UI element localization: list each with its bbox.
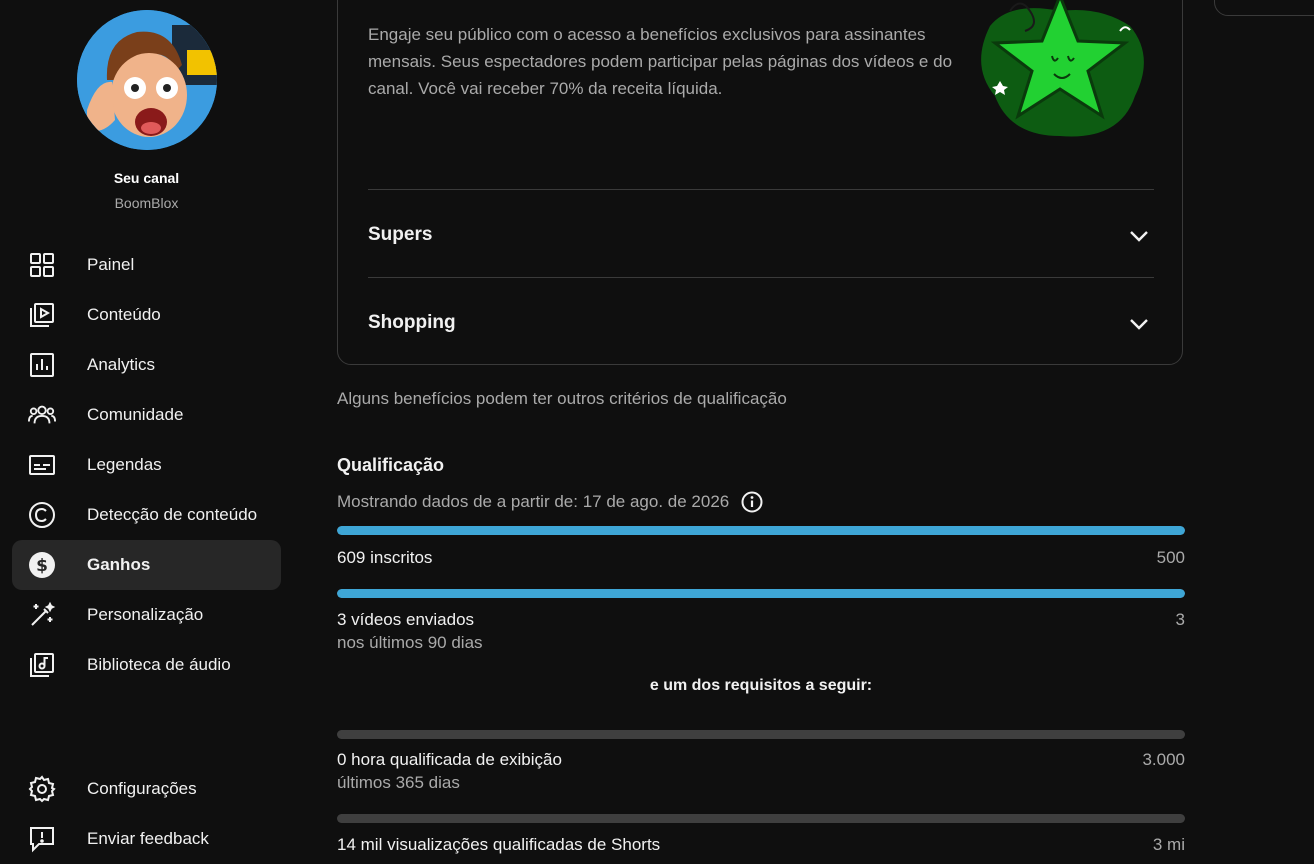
community-icon: [28, 403, 56, 427]
channel-title: Seu canal: [113, 170, 180, 186]
supers-label: Supers: [368, 224, 433, 245]
sidebar-item-label: Legendas: [87, 455, 162, 474]
subscribers-progress-bar: [337, 526, 1185, 535]
audio-library-icon: [28, 653, 56, 677]
videos-sub: nos últimos 90 dias: [337, 633, 483, 652]
sidebar-item-ganhos[interactable]: $ Ganhos: [12, 540, 281, 590]
shopping-label: Shopping: [368, 312, 456, 333]
sidebar-item-label: Biblioteca de áudio: [87, 655, 231, 674]
qualification-date-text: Mostrando dados de a partir de: 17 de ag…: [337, 492, 730, 511]
sidebar-item-feedback[interactable]: Enviar feedback: [12, 814, 281, 864]
watch-hours-label: 0 hora qualificada de exibição: [337, 750, 562, 769]
shorts-views-target: 3 mi: [1152, 835, 1185, 854]
watch-hours-sub: últimos 365 dias: [337, 773, 460, 792]
sidebar-item-label: Personalização: [87, 605, 204, 624]
sidebar-item-label: Configurações: [87, 779, 197, 798]
settings-icon: [28, 775, 56, 803]
sidebar-bottom-nav: Configurações Enviar feedback: [12, 764, 281, 864]
sidebar-item-conteudo[interactable]: Conteúdo: [12, 290, 281, 340]
sidebar-item-label: Ganhos: [87, 555, 151, 574]
analytics-icon: [28, 353, 56, 377]
sidebar-item-configuracoes[interactable]: Configurações: [12, 764, 281, 814]
dashboard-icon: [28, 253, 56, 277]
sidebar-item-label: Painel: [87, 255, 135, 274]
chevron-down-icon[interactable]: [1128, 225, 1150, 247]
progress-fill: [337, 526, 1185, 535]
sidebar-item-deteccao[interactable]: Detecção de conteúdo: [12, 490, 281, 540]
divider: [368, 277, 1154, 278]
progress-fill: [337, 589, 1185, 598]
subscribers-target: 500: [1156, 548, 1185, 567]
eligibility-note: Alguns benefícios podem ter outros crité…: [337, 389, 787, 408]
qualification-title: Qualificação: [337, 455, 445, 475]
supers-expander[interactable]: Supers: [368, 191, 1154, 279]
sidebar-item-personalizacao[interactable]: Personalização: [12, 590, 281, 640]
shopping-expander[interactable]: Shopping: [368, 279, 1154, 367]
shorts-views-label: 14 mil visualizações qualificadas de Sho…: [337, 835, 661, 854]
sidebar-item-label: Comunidade: [87, 405, 184, 424]
videos-target: 3: [1175, 610, 1185, 629]
memberships-description: Engaje seu público com o acesso a benefí…: [368, 25, 953, 98]
feedback-icon: [28, 827, 56, 853]
star-illustration: [970, 0, 1150, 146]
sidebar-item-legendas[interactable]: Legendas: [12, 440, 281, 490]
subscribers-label: 609 inscritos: [337, 548, 433, 567]
requirements-separator: e um dos requisitos a seguir:: [649, 677, 873, 694]
divider: [368, 189, 1154, 190]
sidebar-item-comunidade[interactable]: Comunidade: [12, 390, 281, 440]
shorts-views-progress-bar: [337, 814, 1185, 823]
copyright-icon: [28, 502, 56, 528]
earn-icon: $: [28, 552, 56, 578]
channel-name: BoomBlox: [114, 195, 179, 211]
sidebar-item-label: Analytics: [87, 355, 156, 374]
chevron-down-icon[interactable]: [1128, 313, 1150, 335]
qualification-subtitle: Mostrando dados de a partir de: 17 de ag…: [337, 491, 763, 513]
info-icon[interactable]: [741, 491, 763, 513]
customization-icon: [28, 601, 56, 627]
watch-hours-progress-bar: [337, 730, 1185, 739]
svg-text:$: $: [36, 556, 48, 576]
content-icon: [28, 303, 56, 327]
side-panel-card: [1214, 0, 1314, 16]
videos-label: 3 vídeos enviados: [337, 610, 475, 629]
sidebar-nav: Painel Conteúdo Analytics Comunidade Leg…: [12, 240, 281, 690]
subtitles-icon: [28, 453, 56, 477]
watch-hours-target: 3.000: [1142, 750, 1185, 769]
sidebar-item-label: Detecção de conteúdo: [87, 505, 258, 524]
benefits-card: Engaje seu público com o acesso a benefí…: [337, 0, 1183, 365]
sidebar-item-painel[interactable]: Painel: [12, 240, 281, 290]
sidebar-item-analytics[interactable]: Analytics: [12, 340, 281, 390]
channel-avatar[interactable]: [77, 10, 217, 150]
videos-progress-bar: [337, 589, 1185, 598]
sidebar-item-biblioteca[interactable]: Biblioteca de áudio: [12, 640, 281, 690]
sidebar-item-label: Enviar feedback: [87, 829, 209, 848]
sidebar-item-label: Conteúdo: [87, 305, 161, 324]
sidebar: Seu canal BoomBlox Painel Conteúdo Analy…: [0, 0, 293, 859]
